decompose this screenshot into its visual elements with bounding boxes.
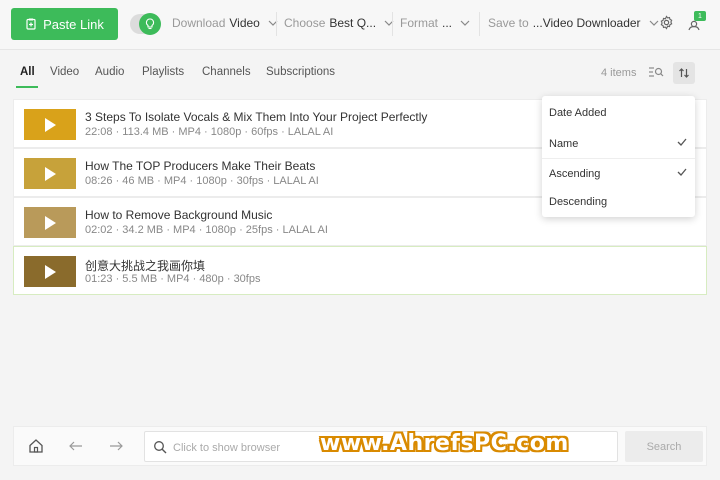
paste-link-label: Paste Link — [43, 16, 104, 32]
video-thumbnail — [24, 256, 76, 287]
divider — [542, 158, 695, 159]
divider — [479, 12, 480, 36]
chevron-down-icon — [649, 20, 659, 26]
format-value: ... — [442, 16, 453, 30]
notification-badge: 1 — [694, 11, 706, 21]
sort-option-label: Descending — [549, 196, 608, 208]
smart-mode-toggle[interactable] — [130, 13, 161, 35]
sort-menu: Date Added Name Ascending Descending — [542, 96, 695, 217]
checkmark-icon — [677, 138, 687, 146]
video-meta: 08:26 · 46 MB · MP4 · 1080p · 30fps · LA… — [85, 175, 319, 187]
sort-option-label: Ascending — [549, 168, 601, 180]
choose-value: Best Q... — [329, 16, 377, 30]
video-meta: 01:23 · 5.5 MB · MP4 · 480p · 30fps — [85, 273, 261, 285]
active-tab-indicator — [16, 86, 38, 88]
play-icon — [44, 166, 56, 181]
video-thumbnail — [24, 158, 76, 189]
save-location-dropdown[interactable]: Save to ...Video Downloader — [488, 16, 659, 30]
choose-label: Choose — [284, 16, 326, 30]
checkmark-icon — [677, 168, 687, 176]
sort-option-ascending[interactable]: Ascending — [542, 160, 695, 188]
tab-subscriptions[interactable]: Subscriptions — [266, 66, 335, 78]
divider — [392, 12, 393, 36]
video-title: How The TOP Producers Make Their Beats — [85, 159, 316, 173]
watermark-logo: www.AhrefsPC.com — [320, 430, 569, 456]
download-value: Video — [229, 16, 260, 30]
sort-option-date-added[interactable]: Date Added — [542, 99, 695, 127]
format-label: Format — [400, 16, 439, 30]
video-meta: 22:08 · 113.4 MB · MP4 · 1080p · 60fps ·… — [85, 126, 334, 138]
forward-arrow-icon[interactable] — [108, 438, 124, 454]
tab-audio[interactable]: Audio — [95, 66, 124, 78]
browser-search-input[interactable] — [173, 439, 333, 456]
lightbulb-icon — [139, 13, 161, 35]
tab-playlists[interactable]: Playlists — [142, 66, 184, 78]
sort-option-descending[interactable]: Descending — [542, 188, 695, 216]
sort-option-name[interactable]: Name — [542, 130, 695, 158]
paste-link-button[interactable]: Paste Link — [11, 8, 118, 40]
search-icon — [153, 440, 167, 454]
search-button[interactable]: Search — [625, 431, 703, 462]
sort-arrows-icon — [678, 67, 690, 79]
items-count: 4 items — [601, 67, 637, 79]
play-icon — [44, 215, 56, 230]
play-icon — [44, 117, 56, 132]
divider — [276, 12, 277, 36]
video-title: How to Remove Background Music — [85, 208, 273, 222]
save-to-value: ...Video Downloader — [532, 16, 641, 30]
toolbar: Paste Link Download Video Choose Best Q.… — [0, 0, 720, 50]
back-arrow-icon[interactable] — [68, 438, 84, 454]
video-title: 创意大挑战之我画你填 — [85, 259, 206, 273]
video-thumbnail — [24, 207, 76, 238]
video-thumbnail — [24, 109, 76, 140]
tab-channels[interactable]: Channels — [202, 66, 251, 78]
download-type-dropdown[interactable]: Download Video — [172, 16, 278, 30]
search-list-icon[interactable] — [648, 66, 664, 78]
sort-option-label: Date Added — [549, 107, 607, 119]
quality-dropdown[interactable]: Choose Best Q... — [284, 16, 394, 30]
play-icon — [44, 264, 56, 279]
home-icon[interactable] — [28, 438, 44, 454]
list-item[interactable]: 创意大挑战之我画你填 01:23 · 5.5 MB · MP4 · 480p ·… — [13, 246, 707, 295]
save-to-label: Save to — [488, 16, 529, 30]
sort-option-label: Name — [549, 138, 579, 150]
download-label: Download — [172, 16, 226, 30]
tab-video[interactable]: Video — [50, 66, 79, 78]
format-dropdown[interactable]: Format ... — [400, 16, 470, 30]
chevron-down-icon — [460, 20, 470, 26]
video-meta: 02:02 · 34.2 MB · MP4 · 1080p · 25fps · … — [85, 224, 328, 236]
gear-icon[interactable] — [659, 15, 674, 30]
tab-all[interactable]: All — [20, 66, 35, 78]
video-title: 3 Steps To Isolate Vocals & Mix Them Int… — [85, 110, 428, 124]
sort-button[interactable] — [673, 62, 695, 84]
paste-icon — [25, 18, 37, 30]
